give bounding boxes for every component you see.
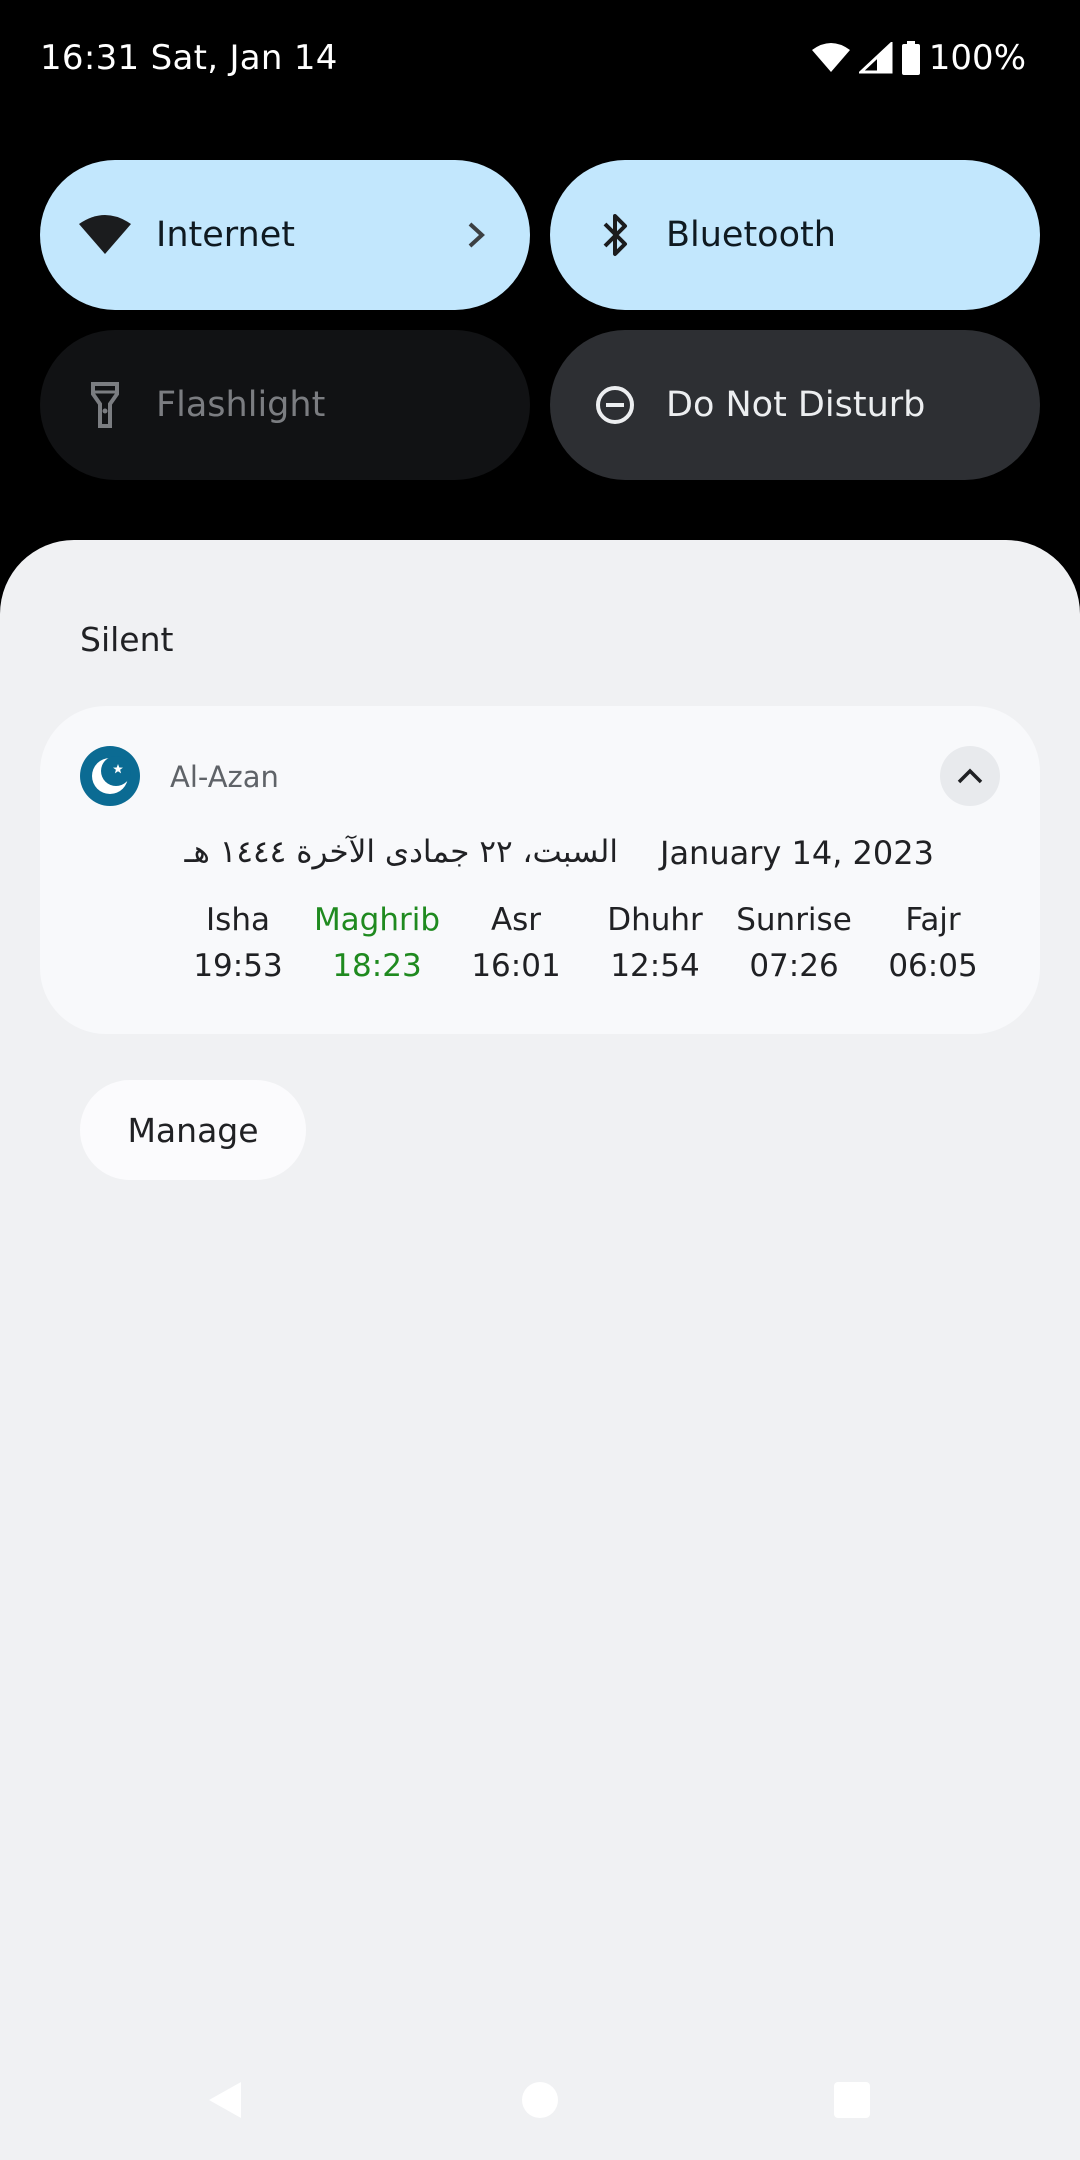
hijri-date: السبت، ٢٢ جمادى الآخرة ١٤٤٤ هـ <box>184 834 618 870</box>
prayer-name: Isha <box>206 902 270 938</box>
prayer-isha: Isha 19:53 <box>168 902 308 984</box>
prayer-time: 16:01 <box>471 948 561 984</box>
wifi-icon <box>811 42 851 74</box>
prayer-sunrise: Sunrise 07:26 <box>724 902 864 984</box>
section-title-silent: Silent <box>80 620 174 659</box>
prayer-time: 18:23 <box>332 948 422 984</box>
flashlight-icon <box>78 378 132 432</box>
chevron-right-icon <box>458 218 492 252</box>
tile-do-not-disturb[interactable]: Do Not Disturb <box>550 330 1040 480</box>
prayer-name: Maghrib <box>313 902 441 938</box>
status-icons: 100% <box>811 38 1026 78</box>
app-name: Al-Azan <box>170 760 279 794</box>
manage-button[interactable]: Manage <box>80 1080 306 1180</box>
collapse-button[interactable] <box>940 746 1000 806</box>
prayer-name: Asr <box>490 902 542 938</box>
prayer-name: Fajr <box>905 902 961 938</box>
signal-icon <box>858 42 893 74</box>
tile-flashlight[interactable]: Flashlight <box>40 330 530 480</box>
status-bar: 16:31 Sat, Jan 14 100% <box>0 0 1080 120</box>
prayer-asr: Asr 16:01 <box>446 902 586 984</box>
prayer-dhuhr: Dhuhr 12:54 <box>585 902 725 984</box>
tile-internet-label: Internet <box>156 215 295 255</box>
prayer-name: Dhuhr <box>607 902 703 938</box>
tile-bluetooth[interactable]: Bluetooth <box>550 160 1040 310</box>
back-icon[interactable] <box>205 2080 245 2124</box>
status-datetime: 16:31 Sat, Jan 14 <box>40 38 338 78</box>
tile-flashlight-label: Flashlight <box>156 385 326 425</box>
do-not-disturb-icon <box>588 378 642 432</box>
prayer-time: 06:05 <box>888 948 978 984</box>
battery-icon <box>901 41 921 75</box>
tile-internet[interactable]: Internet <box>40 160 530 310</box>
tile-bluetooth-label: Bluetooth <box>666 215 836 255</box>
prayer-maghrib: Maghrib 18:23 <box>307 902 447 984</box>
notification-shade: Silent Al-Azan السبت، ٢٢ جمادى الآخرة ١٤… <box>0 540 1080 2160</box>
bluetooth-icon <box>588 208 642 262</box>
gregorian-date: January 14, 2023 <box>660 834 934 872</box>
prayer-time: 19:53 <box>193 948 283 984</box>
crescent-moon-icon <box>80 746 140 806</box>
tile-dnd-label: Do Not Disturb <box>666 385 926 425</box>
notification-card[interactable]: Al-Azan السبت، ٢٢ جمادى الآخرة ١٤٤٤ هـ J… <box>40 706 1040 1034</box>
wifi-icon <box>78 208 132 262</box>
prayer-name: Sunrise <box>736 902 852 938</box>
prayer-time: 12:54 <box>610 948 700 984</box>
prayer-time: 07:26 <box>749 948 839 984</box>
home-icon[interactable] <box>522 2082 558 2118</box>
battery-percentage: 100% <box>928 38 1026 78</box>
chevron-up-icon <box>957 768 983 784</box>
recents-icon[interactable] <box>834 2082 870 2118</box>
prayer-fajr: Fajr 06:05 <box>863 902 1003 984</box>
